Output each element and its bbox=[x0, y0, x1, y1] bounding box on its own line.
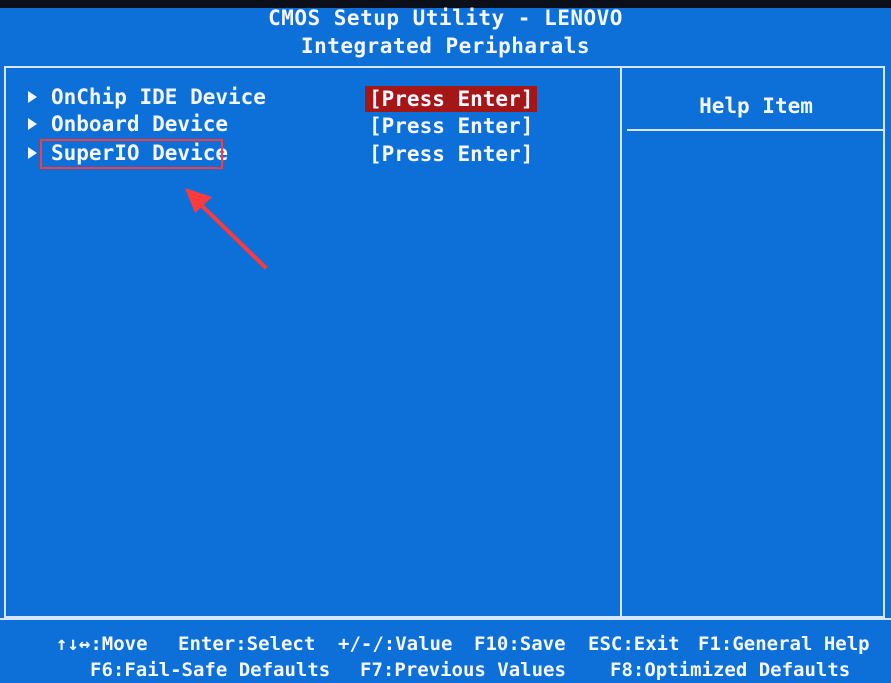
help-divider bbox=[627, 129, 885, 131]
submenu-arrow-icon bbox=[28, 91, 37, 103]
annotation-highlight-box bbox=[40, 139, 223, 169]
menu-item-value-selected[interactable]: [Press Enter] bbox=[365, 86, 538, 112]
footer-hint-save: F10:Save bbox=[474, 633, 566, 655]
menu-item-onchip-ide[interactable]: OnChip IDE Device bbox=[28, 84, 266, 110]
footer-divider bbox=[0, 618, 891, 620]
menu-item-value[interactable]: [Press Enter] bbox=[365, 141, 537, 167]
panel-divider bbox=[620, 66, 622, 618]
footer-hint-value: +/-/:Value bbox=[338, 633, 453, 655]
footer-hint-failsafe: F6:Fail-Safe Defaults bbox=[90, 659, 331, 681]
footer-hint-select: Enter:Select bbox=[178, 633, 316, 655]
menu-item-label: Onboard Device bbox=[51, 112, 229, 136]
footer-hint-move: ↑↓↔:Move bbox=[56, 633, 148, 655]
footer-hint-optimized: F8:Optimized Defaults bbox=[610, 659, 851, 681]
menu-item-label: OnChip IDE Device bbox=[51, 85, 266, 109]
footer-hint-help: F1:General Help bbox=[698, 633, 870, 655]
submenu-arrow-icon bbox=[28, 147, 37, 159]
help-panel-title: Help Item bbox=[699, 94, 813, 118]
submenu-arrow-icon bbox=[28, 118, 37, 130]
menu-item-onboard-device[interactable]: Onboard Device bbox=[28, 111, 228, 137]
footer-hint-previous: F7:Previous Values bbox=[360, 659, 566, 681]
annotation-arrow-icon bbox=[185, 188, 267, 269]
menu-item-value[interactable]: [Press Enter] bbox=[365, 113, 537, 139]
footer-hint-exit: ESC:Exit bbox=[588, 633, 680, 655]
page-title: Integrated Peripharals bbox=[300, 34, 591, 58]
app-title: CMOS Setup Utility - LENOVO bbox=[268, 6, 623, 30]
